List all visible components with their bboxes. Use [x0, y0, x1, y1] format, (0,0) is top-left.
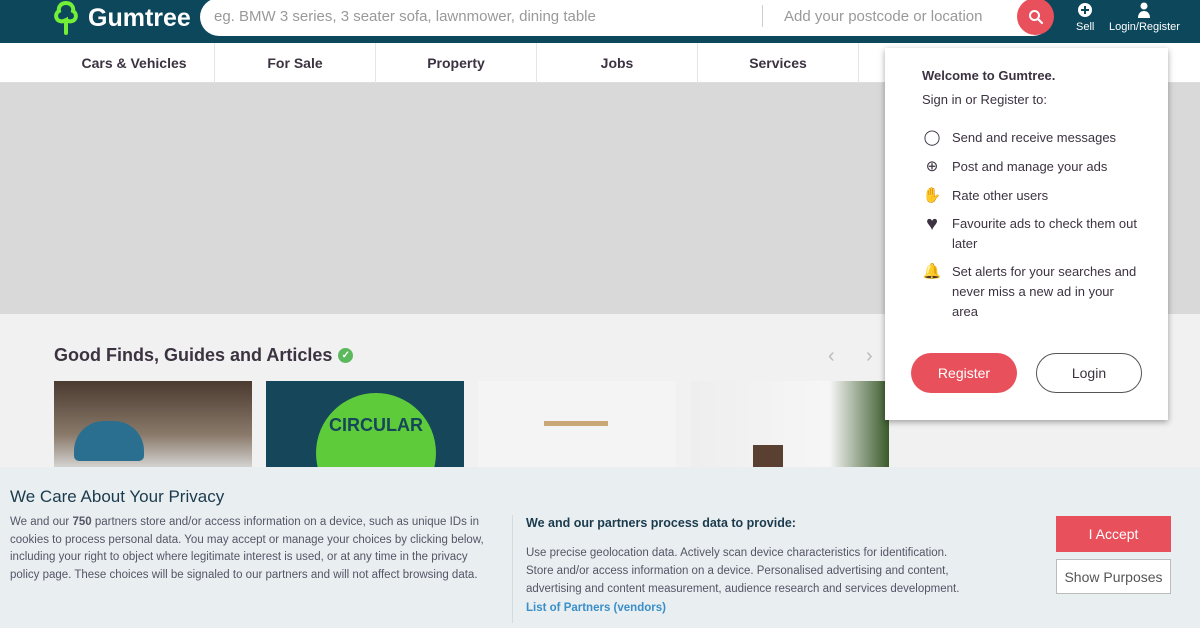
divider [762, 5, 763, 27]
card-image [544, 421, 608, 426]
privacy-title: We Care About Your Privacy [10, 487, 225, 506]
bell-icon: 🔔 [922, 263, 942, 280]
search-button[interactable] [1017, 0, 1054, 35]
article-card[interactable] [54, 381, 252, 471]
benefit-item: ✋ Rate other users [922, 186, 1142, 206]
login-register-button[interactable]: Login/Register [1109, 2, 1180, 33]
heart-icon: ♥ [926, 213, 938, 235]
search-icon [1028, 9, 1043, 24]
search-input[interactable]: eg. BMW 3 series, 3 seater sofa, lawnmow… [214, 8, 754, 25]
sell-label: Sell [1076, 21, 1095, 33]
tree-logo-icon [54, 1, 78, 35]
register-button[interactable]: Register [911, 353, 1017, 393]
accept-button[interactable]: I Accept [1056, 516, 1171, 552]
benefit-item: ♥ Favourite ads to check them out later [922, 214, 1142, 254]
benefit-item: ⊕ Post and manage your ads [922, 157, 1142, 177]
section-title-text: Good Finds, Guides and Articles [54, 345, 333, 365]
plus-circle-icon [1078, 3, 1093, 17]
nav-property[interactable]: Property [376, 43, 537, 83]
dropdown-title: Welcome to Gumtree. [922, 68, 1056, 83]
benefit-text: Rate other users [952, 188, 1049, 203]
purposes-heading: We and our partners process data to prov… [526, 516, 796, 530]
show-purposes-button[interactable]: Show Purposes [1056, 559, 1171, 594]
nav-cars-vehicles[interactable]: Cars & Vehicles [54, 43, 215, 83]
location-input[interactable]: Add your postcode or location [784, 8, 982, 25]
check-icon: ✓ [338, 348, 354, 363]
post-ad-icon: ⊕ [925, 158, 939, 175]
logo-text: Gumtree [88, 3, 191, 32]
privacy-banner: We Care About Your Privacy We and our 75… [0, 467, 1200, 628]
benefit-text: Set alerts for your searches and never m… [952, 264, 1137, 319]
section-title: Good Finds, Guides and Articles ✓ [54, 345, 354, 366]
purposes-text: Use precise geolocation data. Actively s… [526, 547, 960, 595]
nav-jobs[interactable]: Jobs [537, 43, 698, 83]
chat-icon: ◯ [923, 129, 941, 146]
benefit-text: Send and receive messages [952, 130, 1117, 145]
sell-button[interactable]: Sell [1076, 2, 1094, 33]
article-card[interactable] [478, 381, 676, 471]
card-image [74, 421, 144, 461]
chevron-right-icon[interactable]: › [866, 345, 873, 368]
rate-icon: ✋ [922, 187, 942, 204]
divider [512, 515, 513, 623]
login-button[interactable]: Login [1036, 353, 1142, 393]
privacy-text: We and our 750 partners store and/or acc… [10, 514, 495, 585]
user-icon [1138, 2, 1151, 18]
article-card[interactable] [691, 381, 889, 471]
partners-link[interactable]: List of Partners (vendors) [526, 602, 666, 614]
circular-badge: CIRCULAR [316, 393, 436, 471]
article-card[interactable]: CIRCULAR [266, 381, 464, 471]
benefit-item: ◯ Send and receive messages [922, 128, 1142, 148]
benefit-item: 🔔 Set alerts for your searches and never … [922, 262, 1142, 322]
partner-count: 750 [72, 516, 92, 528]
header: Gumtree eg. BMW 3 series, 3 seater sofa,… [0, 0, 1200, 43]
login-dropdown: Welcome to Gumtree. Sign in or Register … [885, 48, 1168, 420]
chevron-left-icon[interactable]: ‹ [828, 345, 835, 368]
search-bar: eg. BMW 3 series, 3 seater sofa, lawnmow… [200, 0, 1052, 36]
privacy-text-a: We and our [10, 516, 73, 528]
gumtree-logo[interactable]: Gumtree [52, 0, 191, 36]
nav-services[interactable]: Services [698, 43, 859, 83]
benefit-text: Post and manage your ads [952, 159, 1108, 174]
login-label: Login/Register [1109, 21, 1180, 33]
nav-for-sale[interactable]: For Sale [215, 43, 376, 83]
benefit-text: Favourite ads to check them out later [952, 216, 1137, 251]
dropdown-subtitle: Sign in or Register to: [922, 92, 1048, 107]
